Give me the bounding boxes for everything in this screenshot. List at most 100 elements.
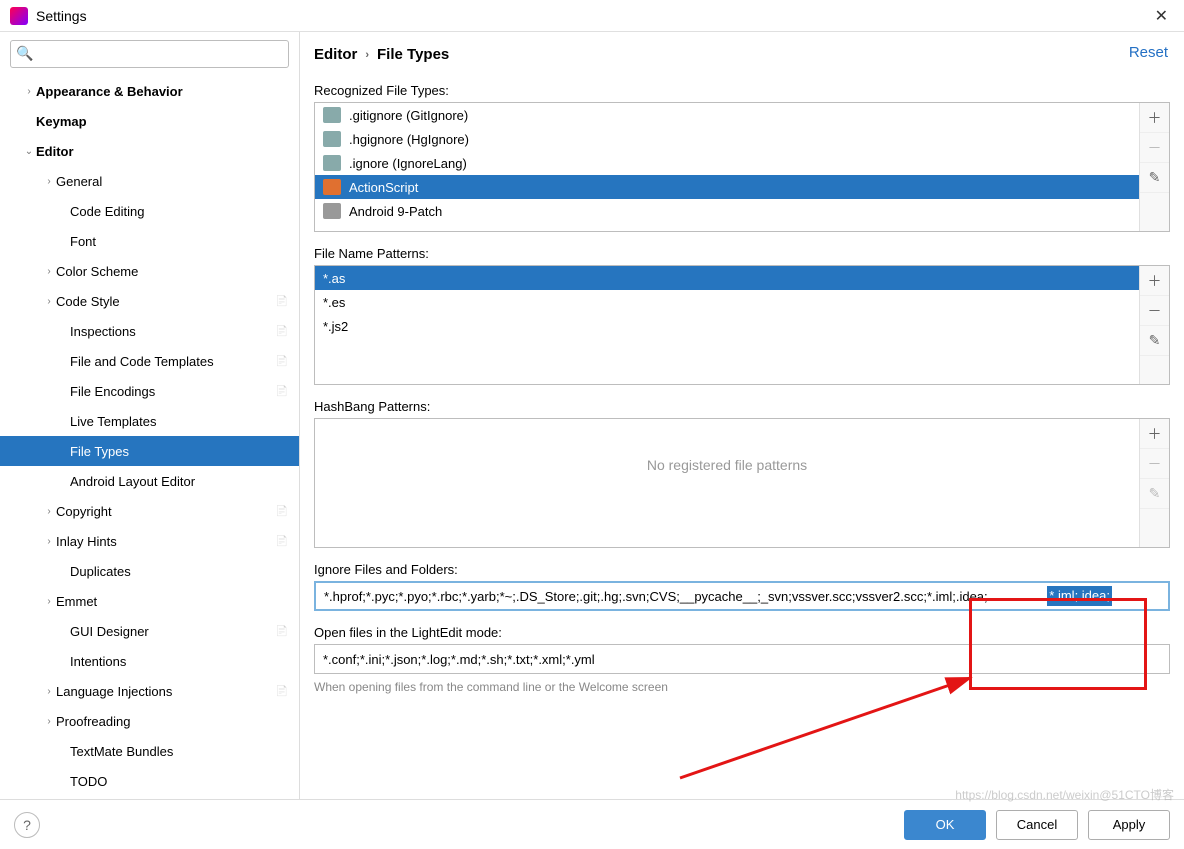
cancel-button[interactable]: Cancel <box>996 810 1078 840</box>
tree-item-gui-designer[interactable]: GUI Designer <box>0 616 299 646</box>
edit-icon[interactable]: ✎ <box>1140 163 1169 193</box>
reset-link[interactable]: Reset <box>1129 44 1168 61</box>
filetype-icon <box>323 131 341 147</box>
tree-item-editor[interactable]: ⌄Editor <box>0 136 299 166</box>
ignore-files-label: Ignore Files and Folders: <box>314 562 1170 577</box>
apply-button[interactable]: Apply <box>1088 810 1170 840</box>
lightedit-input[interactable] <box>314 644 1170 674</box>
tree-item-inlay-hints[interactable]: ›Inlay Hints <box>0 526 299 556</box>
tree-item-general[interactable]: ›General <box>0 166 299 196</box>
expand-icon: › <box>42 506 56 517</box>
recognized-filetypes-box: .gitignore (GitIgnore).hgignore (HgIgnor… <box>314 102 1170 232</box>
remove-icon[interactable]: － <box>1140 133 1169 163</box>
tree-item-keymap[interactable]: Keymap <box>0 106 299 136</box>
tree-item-label: Code Editing <box>70 204 275 219</box>
tree-item-label: File and Code Templates <box>70 354 275 369</box>
main-panel: Editor › File Types Reset Recognized Fil… <box>300 32 1184 799</box>
pattern-row[interactable]: *.js2 <box>315 314 1139 338</box>
expand-icon: › <box>42 686 56 697</box>
tree-item-label: Intentions <box>70 654 275 669</box>
add-icon[interactable]: ＋ <box>1140 103 1169 133</box>
add-icon[interactable]: ＋ <box>1140 266 1169 296</box>
tree-item-file-types[interactable]: File Types <box>0 436 299 466</box>
recognized-filetypes-list[interactable]: .gitignore (GitIgnore).hgignore (HgIgnor… <box>315 103 1139 231</box>
filetype-row[interactable]: .hgignore (HgIgnore) <box>315 127 1139 151</box>
tree-item-live-templates[interactable]: Live Templates <box>0 406 299 436</box>
tree-item-language-injections[interactable]: ›Language Injections <box>0 676 299 706</box>
tree-item-proofreading[interactable]: ›Proofreading <box>0 706 299 736</box>
filetype-row[interactable]: Android 9-Patch <box>315 199 1139 223</box>
scope-icon <box>275 174 289 188</box>
app-icon <box>10 7 28 25</box>
tree-item-label: GUI Designer <box>70 624 275 639</box>
tree-item-label: TODO <box>70 774 275 789</box>
tree-item-label: Font <box>70 234 275 249</box>
help-icon[interactable]: ? <box>14 812 40 838</box>
tree-item-file-and-code-templates[interactable]: File and Code Templates <box>0 346 299 376</box>
hashbang-patterns-list[interactable]: No registered file patterns <box>315 419 1139 547</box>
pattern-row[interactable]: *.as <box>315 266 1139 290</box>
expand-icon: › <box>42 536 56 547</box>
tree-item-code-editing[interactable]: Code Editing <box>0 196 299 226</box>
filetype-row[interactable]: .gitignore (GitIgnore) <box>315 103 1139 127</box>
settings-tree[interactable]: ›Appearance & BehaviorKeymap⌄Editor›Gene… <box>0 76 299 799</box>
filetype-row[interactable]: .ignore (IgnoreLang) <box>315 151 1139 175</box>
remove-icon[interactable]: － <box>1140 296 1169 326</box>
scope-icon <box>275 624 289 638</box>
filetype-icon <box>323 203 341 219</box>
search-input[interactable] <box>10 40 289 68</box>
tree-item-label: Copyright <box>56 504 275 519</box>
search-icon: 🔍 <box>16 45 33 62</box>
tree-item-android-layout-editor[interactable]: Android Layout Editor <box>0 466 299 496</box>
patterns-toolbar: ＋ － ✎ <box>1139 266 1169 384</box>
scope-icon <box>275 294 289 308</box>
tree-item-emmet[interactable]: ›Emmet <box>0 586 299 616</box>
scope-icon <box>275 534 289 548</box>
filetype-row[interactable]: ActionScript <box>315 175 1139 199</box>
tree-item-copyright[interactable]: ›Copyright <box>0 496 299 526</box>
scope-icon <box>275 474 289 488</box>
tree-item-label: Appearance & Behavior <box>36 84 275 99</box>
recognized-filetypes-label: Recognized File Types: <box>314 83 1170 98</box>
tree-item-font[interactable]: Font <box>0 226 299 256</box>
tree-item-intentions[interactable]: Intentions <box>0 646 299 676</box>
tree-item-label: Inspections <box>70 324 275 339</box>
tree-item-inspections[interactable]: Inspections <box>0 316 299 346</box>
tree-item-duplicates[interactable]: Duplicates <box>0 556 299 586</box>
filetype-icon <box>323 179 341 195</box>
tree-item-label: Color Scheme <box>56 264 275 279</box>
filetype-icon <box>323 107 341 123</box>
sidebar: 🔍 ›Appearance & BehaviorKeymap⌄Editor›Ge… <box>0 32 300 799</box>
pattern-row[interactable]: *.es <box>315 290 1139 314</box>
ignore-row: *.iml;.idea; <box>314 581 1170 611</box>
tree-item-label: File Encodings <box>70 384 275 399</box>
bottom-bar: ? OK Cancel Apply <box>0 799 1184 849</box>
lightedit-label: Open files in the LightEdit mode: <box>314 625 1170 640</box>
hashbang-patterns-label: HashBang Patterns: <box>314 399 1170 414</box>
tree-item-todo[interactable]: TODO <box>0 766 299 796</box>
scope-icon <box>275 714 289 728</box>
ignore-files-input[interactable] <box>314 581 1170 611</box>
edit-icon[interactable]: ✎ <box>1140 479 1169 509</box>
tree-item-file-encodings[interactable]: File Encodings <box>0 376 299 406</box>
tree-item-label: Emmet <box>56 594 275 609</box>
scope-icon <box>275 744 289 758</box>
edit-icon[interactable]: ✎ <box>1140 326 1169 356</box>
remove-icon[interactable]: － <box>1140 449 1169 479</box>
titlebar: Settings ✕ <box>0 0 1184 32</box>
tree-item-textmate-bundles[interactable]: TextMate Bundles <box>0 736 299 766</box>
breadcrumb-root[interactable]: Editor <box>314 46 357 63</box>
filetypes-toolbar: ＋ － ✎ <box>1139 103 1169 231</box>
filetype-label: .ignore (IgnoreLang) <box>349 156 467 171</box>
scope-icon <box>275 324 289 338</box>
tree-item-color-scheme[interactable]: ›Color Scheme <box>0 256 299 286</box>
add-icon[interactable]: ＋ <box>1140 419 1169 449</box>
file-name-patterns-list[interactable]: *.as*.es*.js2 <box>315 266 1139 384</box>
scope-icon <box>275 204 289 218</box>
ok-button[interactable]: OK <box>904 810 986 840</box>
tree-item-code-style[interactable]: ›Code Style <box>0 286 299 316</box>
close-icon[interactable]: ✕ <box>1149 6 1174 26</box>
scope-icon <box>275 444 289 458</box>
tree-item-appearance-behavior[interactable]: ›Appearance & Behavior <box>0 76 299 106</box>
chevron-right-icon: › <box>365 49 369 61</box>
